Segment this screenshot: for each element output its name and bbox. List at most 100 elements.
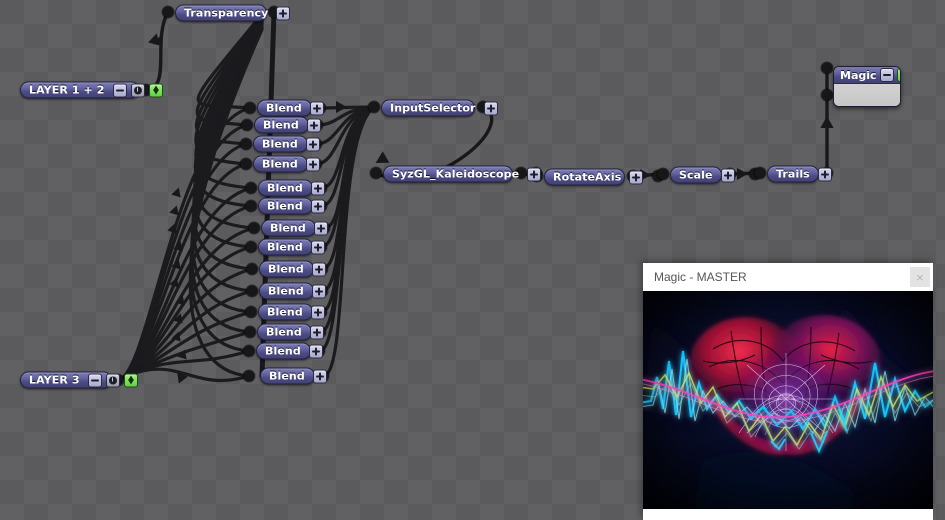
port-in-transparency[interactable] <box>162 6 174 18</box>
node-label: Blend <box>270 221 306 235</box>
node-layer12[interactable]: LAYER 1 + 2 <box>20 81 163 99</box>
plus-icon[interactable] <box>310 181 325 195</box>
port-in-blend11[interactable] <box>245 306 257 318</box>
node-blend04[interactable]: Blend <box>253 155 320 173</box>
preview-title: Magic - MASTER <box>654 270 747 284</box>
node-rotateaxis[interactable]: RotateAxis <box>544 168 644 186</box>
port-in-blend12[interactable] <box>244 326 256 338</box>
port-in-blend05[interactable] <box>245 182 257 194</box>
node-label: Scale <box>679 168 713 182</box>
node-label: RotateAxis <box>553 170 622 184</box>
minus-icon[interactable] <box>879 68 894 82</box>
node-label: Blend <box>262 137 298 151</box>
clock-icon[interactable] <box>105 373 120 387</box>
node-inputselector[interactable]: InputSelector <box>381 99 498 117</box>
node-header[interactable]: Magic <box>834 67 900 84</box>
bolt-icon[interactable] <box>148 83 163 97</box>
node-blend05[interactable]: Blend <box>258 179 325 197</box>
plus-icon[interactable] <box>309 325 324 339</box>
node-transparency[interactable]: Transparency <box>175 4 291 22</box>
node-label: Blend <box>267 181 303 195</box>
node-blend10[interactable]: Blend <box>259 282 326 300</box>
node-body[interactable] <box>834 84 900 106</box>
node-kaleidoscope[interactable]: SyzGL_Kaleidoscope <box>383 165 542 183</box>
plus-icon[interactable] <box>310 199 325 213</box>
node-magic[interactable]: Magic <box>833 66 901 107</box>
node-scale[interactable]: Scale <box>670 166 735 184</box>
node-label: LAYER 3 <box>29 373 80 387</box>
plus-icon[interactable] <box>305 157 320 171</box>
node-blend01[interactable]: Blend <box>257 99 324 117</box>
node-label: Transparency <box>184 6 269 20</box>
port-in-scale[interactable] <box>657 168 669 180</box>
node-label: Blend <box>267 305 303 319</box>
plus-icon[interactable] <box>305 137 320 151</box>
plus-icon[interactable] <box>309 101 324 115</box>
node-label: Blend <box>268 262 304 276</box>
node-label: Blend <box>266 325 302 339</box>
port-in-blend04[interactable] <box>240 158 252 170</box>
node-label: Blend <box>263 118 299 132</box>
plus-icon[interactable] <box>311 262 326 276</box>
node-label: Magic <box>840 68 877 82</box>
plus-icon[interactable] <box>310 305 325 319</box>
port-in-blend06[interactable] <box>245 200 257 212</box>
plus-icon[interactable] <box>313 221 328 235</box>
node-layer3[interactable]: LAYER 3 <box>20 371 138 389</box>
port-in-blend03[interactable] <box>240 138 252 150</box>
node-label: Blend <box>265 344 301 358</box>
plus-icon[interactable] <box>306 118 321 132</box>
plus-icon[interactable] <box>483 101 498 115</box>
port-in-blend02[interactable] <box>241 119 253 131</box>
node-blend12[interactable]: Blend <box>257 323 324 341</box>
node-blend14[interactable]: Blend <box>260 367 327 385</box>
plus-icon[interactable] <box>311 284 326 298</box>
minus-icon[interactable] <box>87 373 102 387</box>
port-in-blend08[interactable] <box>245 241 257 253</box>
minus-icon[interactable] <box>112 83 127 97</box>
port-in-trails[interactable] <box>754 167 766 179</box>
node-blend07[interactable]: Blend <box>261 219 328 237</box>
preview-window[interactable]: Magic - MASTER × <box>643 263 933 520</box>
plus-icon[interactable] <box>527 167 542 181</box>
node-blend02[interactable]: Blend <box>254 116 321 134</box>
port-in-blend14[interactable] <box>243 370 255 382</box>
plus-icon[interactable] <box>308 344 323 358</box>
node-label: Blend <box>266 101 302 115</box>
plus-icon[interactable] <box>310 240 325 254</box>
clock-icon[interactable] <box>130 83 145 97</box>
node-label: Blend <box>262 157 298 171</box>
plus-icon[interactable] <box>720 168 735 182</box>
preview-viewport <box>643 291 933 509</box>
plus-icon[interactable] <box>276 6 291 20</box>
port-in-blend09[interactable] <box>246 263 258 275</box>
node-blend11[interactable]: Blend <box>258 303 325 321</box>
node-graph-app: LAYER 1 + 2 LAYER 3 Transparency Blend Blend… <box>0 0 945 520</box>
close-icon[interactable]: × <box>910 267 930 287</box>
bolt-icon[interactable] <box>123 373 138 387</box>
node-blend09[interactable]: Blend <box>259 260 326 278</box>
preview-titlebar[interactable]: Magic - MASTER × <box>643 263 933 291</box>
port-in-inputselector[interactable] <box>368 101 380 113</box>
plus-icon[interactable] <box>312 369 327 383</box>
node-trails[interactable]: Trails <box>767 165 832 183</box>
node-label: LAYER 1 + 2 <box>29 83 105 97</box>
node-label: Trails <box>776 167 810 181</box>
port-in-blend10[interactable] <box>246 285 258 297</box>
port-in-blend01[interactable] <box>244 102 256 114</box>
port-in-kaleidoscope[interactable] <box>370 167 382 179</box>
bolt-icon[interactable] <box>896 68 900 82</box>
node-label: InputSelector <box>390 101 476 115</box>
node-blend13[interactable]: Blend <box>256 342 323 360</box>
node-blend08[interactable]: Blend <box>258 238 325 256</box>
port-in-magic[interactable] <box>821 89 833 101</box>
node-label: Blend <box>269 369 305 383</box>
plus-icon[interactable] <box>817 167 832 181</box>
port-in-blend07[interactable] <box>248 222 260 234</box>
port-in-magic[interactable] <box>821 62 833 74</box>
port-in-blend13[interactable] <box>243 345 255 357</box>
plus-icon[interactable] <box>629 170 644 184</box>
node-label: Blend <box>267 199 303 213</box>
node-blend06[interactable]: Blend <box>258 197 325 215</box>
node-blend03[interactable]: Blend <box>253 135 320 153</box>
